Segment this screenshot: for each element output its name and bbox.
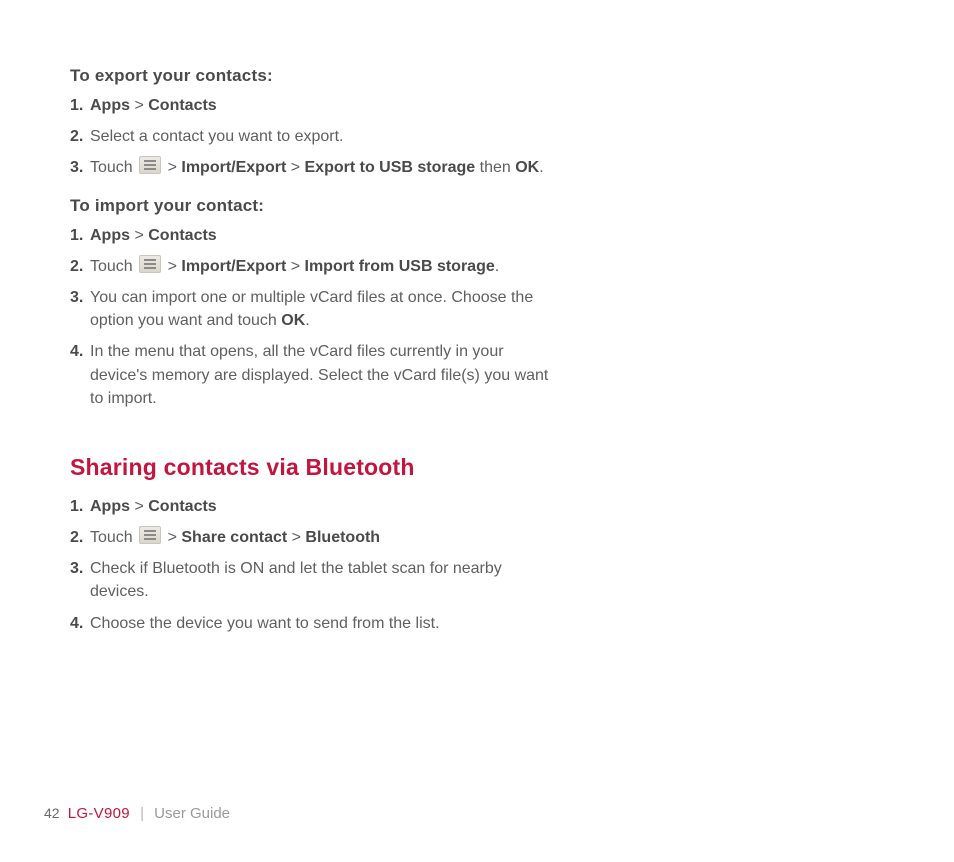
import-step-3: You can import one or multiple vCard fil… (70, 286, 550, 332)
period: . (539, 159, 543, 176)
sharing-step-3: Check if Bluetooth is ON and let the tab… (70, 557, 550, 603)
menu-icon (139, 156, 161, 174)
path-dest: Export to USB storage (305, 159, 476, 176)
gt: > (163, 258, 181, 275)
path-gt: > (134, 227, 143, 244)
path-apps: Apps (90, 227, 130, 244)
import-heading: To import your contact: (70, 196, 550, 216)
sharing-step-4: Choose the device you want to send from … (70, 612, 550, 635)
model-label: LG-V909 (68, 805, 130, 822)
path-contacts: Contacts (148, 227, 216, 244)
path-apps: Apps (90, 498, 130, 515)
path-ie: Import/Export (181, 258, 286, 275)
path-dest: Import from USB storage (305, 258, 495, 275)
sharing-steps: Apps > Contacts Touch > Share contact > … (70, 495, 550, 635)
path-apps: Apps (90, 97, 130, 114)
ok-label: OK (515, 159, 539, 176)
step3-text-b: . (305, 312, 309, 329)
path-share: Share contact (181, 529, 287, 546)
export-step-2: Select a contact you want to export. (70, 125, 550, 148)
gt: > (163, 529, 181, 546)
gt: > (287, 529, 305, 546)
export-step-1: Apps > Contacts (70, 94, 550, 117)
page-content: To export your contacts: Apps > Contacts… (0, 0, 620, 683)
touch-label: Touch (90, 258, 137, 275)
step3-text-a: You can import one or multiple vCard fil… (90, 289, 533, 329)
export-steps: Apps > Contacts Select a contact you wan… (70, 94, 550, 180)
path-contacts: Contacts (148, 498, 216, 515)
sharing-step-1: Apps > Contacts (70, 495, 550, 518)
path-contacts: Contacts (148, 97, 216, 114)
touch-label: Touch (90, 159, 137, 176)
gt: > (286, 159, 304, 176)
touch-label: Touch (90, 529, 137, 546)
footer-title: User Guide (154, 805, 230, 822)
import-step-2: Touch > Import/Export > Import from USB … (70, 255, 550, 278)
menu-icon (139, 255, 161, 273)
path-ie: Import/Export (181, 159, 286, 176)
then-label: then (475, 159, 515, 176)
page-footer: 42 LG-V909 | User Guide (44, 805, 230, 822)
gt: > (286, 258, 304, 275)
sharing-heading: Sharing contacts via Bluetooth (70, 454, 550, 481)
menu-icon (139, 526, 161, 544)
path-bt: Bluetooth (305, 529, 380, 546)
export-heading: To export your contacts: (70, 66, 550, 86)
import-step-1: Apps > Contacts (70, 224, 550, 247)
footer-divider: | (140, 805, 144, 822)
gt: > (163, 159, 181, 176)
ok-label: OK (281, 312, 305, 329)
path-gt: > (134, 97, 143, 114)
import-steps: Apps > Contacts Touch > Import/Export > … (70, 224, 550, 410)
export-step-3: Touch > Import/Export > Export to USB st… (70, 156, 550, 179)
page-number: 42 (44, 805, 60, 821)
period: . (495, 258, 499, 275)
import-step-4: In the menu that opens, all the vCard fi… (70, 340, 550, 410)
sharing-step-2: Touch > Share contact > Bluetooth (70, 526, 550, 549)
path-gt: > (134, 498, 143, 515)
